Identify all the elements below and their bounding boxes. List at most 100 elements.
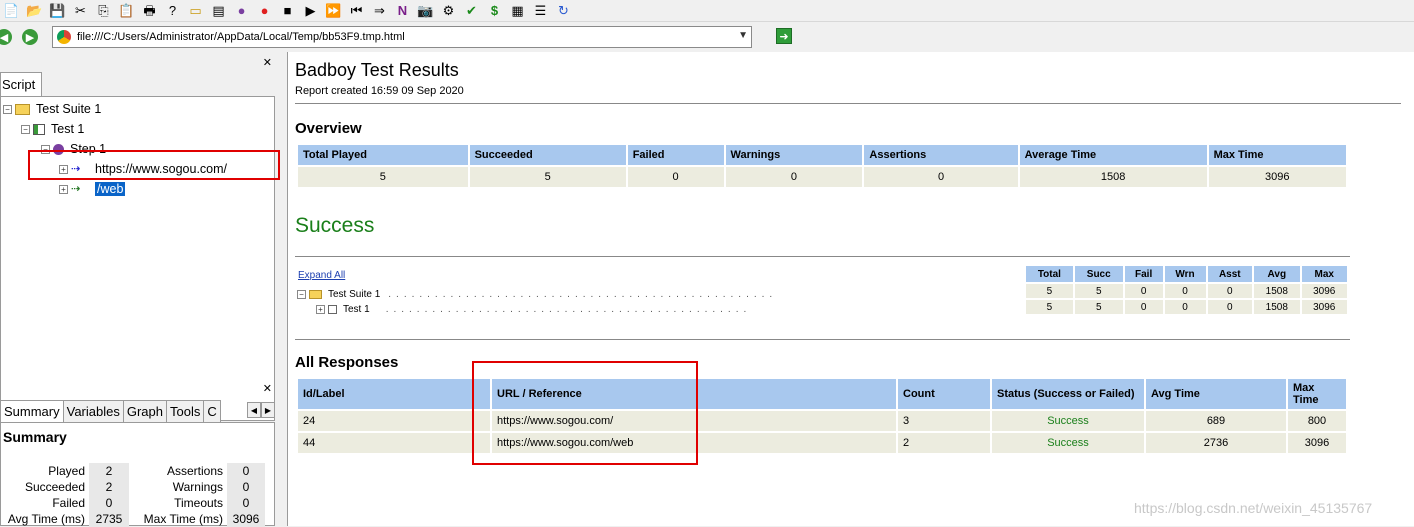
add-step-icon[interactable]: ●: [232, 1, 251, 20]
print-icon[interactable]: 🖶: [140, 1, 159, 20]
chevron-right-icon[interactable]: ▶: [261, 402, 275, 418]
close-icon[interactable]: ✕: [263, 56, 272, 69]
url-input[interactable]: file:///C:/Users/Administrator/AppData/L…: [52, 26, 752, 48]
table-cell: 3: [898, 411, 990, 431]
success-heading: Success: [295, 214, 375, 237]
test-row[interactable]: + Test 1 ...............................…: [316, 304, 751, 315]
play-icon[interactable]: ▶: [301, 1, 320, 20]
cut-icon[interactable]: ✂: [71, 1, 90, 20]
chevron-down-icon[interactable]: ▼: [738, 30, 748, 41]
table-cell: 1508: [1254, 284, 1300, 298]
table-cell: 1508: [1019, 167, 1207, 187]
paste-icon[interactable]: 📋: [117, 1, 136, 20]
step-back-icon[interactable]: ⏮: [347, 1, 366, 20]
suite-label: Test Suite 1: [328, 289, 381, 300]
column-header: Max Time: [1208, 145, 1346, 165]
variable-icon[interactable]: $: [485, 1, 504, 20]
add-folder-icon[interactable]: ▭: [186, 1, 205, 20]
url-text: file:///C:/Users/Administrator/AppData/L…: [77, 31, 405, 43]
expand-icon[interactable]: +: [59, 184, 68, 194]
table-icon[interactable]: ▦: [508, 1, 527, 20]
tab-variables[interactable]: Variables: [62, 400, 124, 422]
table-cell: 0: [627, 167, 724, 187]
suite-row[interactable]: − Test Suite 1 .........................…: [297, 289, 777, 300]
tree-node-label: /web: [95, 182, 126, 196]
new-icon[interactable]: 📄: [2, 1, 21, 20]
column-header: Average Time: [1019, 145, 1207, 165]
column-header: Total: [1026, 266, 1073, 282]
open-icon[interactable]: 📂: [25, 1, 44, 20]
assertion-icon[interactable]: ✔: [462, 1, 481, 20]
summary-value: 2: [89, 479, 129, 495]
table-cell: 2736: [1146, 433, 1286, 453]
report-title: Badboy Test Results: [295, 60, 459, 80]
column-header: Wrn: [1164, 266, 1206, 282]
summary-label: Avg Time (ms): [7, 512, 85, 526]
tree-node-test[interactable]: − Test 1: [21, 120, 84, 138]
step-forward-icon[interactable]: ⇒: [370, 1, 389, 20]
table-cell: 5: [1026, 284, 1073, 298]
table-cell: 5: [1074, 284, 1123, 298]
navigate-icon[interactable]: N: [393, 1, 412, 20]
bottom-tabs: Summary Variables Graph Tools C ◀ ▶: [0, 400, 275, 422]
table-cell: 5: [1074, 300, 1123, 314]
forward-icon[interactable]: ▶: [22, 29, 38, 45]
tab-tools[interactable]: Tools: [166, 400, 205, 422]
summary-panel-header: ✕: [0, 382, 282, 398]
save-icon[interactable]: 💾: [48, 1, 67, 20]
back-icon[interactable]: ◀: [0, 29, 12, 45]
collapse-icon[interactable]: −: [297, 290, 306, 299]
report-icon[interactable]: ☰: [531, 1, 550, 20]
add-item-icon[interactable]: ▤: [209, 1, 228, 20]
column-header: Avg: [1254, 266, 1300, 282]
summary-value: 0: [227, 479, 265, 495]
summary-label: Max Time (ms): [143, 512, 223, 526]
request-icon: ⇢: [71, 183, 81, 195]
dot-leader: ........................................…: [385, 304, 752, 315]
responses-table: Id/Label URL / Reference Count Status (S…: [296, 377, 1348, 455]
tab-more[interactable]: C: [203, 400, 221, 422]
stats-table: Total Succ Fail Wrn Asst Avg Max 5 5 0 0…: [1024, 264, 1349, 316]
column-header: Max: [1301, 266, 1347, 282]
table-cell: 44: [298, 433, 490, 453]
summary-value: 0: [89, 495, 129, 511]
chevron-left-icon[interactable]: ◀: [247, 402, 261, 418]
summary-label: Timeouts: [174, 496, 223, 510]
table-cell: 2: [898, 433, 990, 453]
folder-icon: [15, 103, 30, 115]
stop-icon[interactable]: ■: [278, 1, 297, 20]
go-icon[interactable]: ➜: [776, 28, 792, 44]
tab-script[interactable]: Script: [0, 72, 42, 96]
report-created: Report created 16:59 09 Sep 2020: [295, 85, 464, 97]
expand-all-link[interactable]: Expand All: [298, 270, 345, 281]
table-cell: 0: [1124, 284, 1163, 298]
tree-node-label: Test Suite 1: [36, 102, 102, 116]
refresh-icon[interactable]: ↻: [554, 1, 573, 20]
record-icon[interactable]: ●: [255, 1, 274, 20]
play-all-icon[interactable]: ⏩: [324, 1, 343, 20]
table-row: 5 5 0 0 0 1508 3096: [1026, 300, 1347, 314]
debug-icon[interactable]: ⚙: [439, 1, 458, 20]
collapse-icon[interactable]: −: [21, 124, 30, 134]
help-icon[interactable]: ?: [163, 1, 182, 20]
divider: [295, 256, 1350, 257]
expand-icon[interactable]: +: [316, 305, 325, 314]
column-header: Asst: [1207, 266, 1253, 282]
table-cell: 3096: [1288, 433, 1346, 453]
table-row: 44 https://www.sogou.com/web 2 Success 2…: [298, 433, 1346, 453]
table-cell: 0: [1164, 284, 1206, 298]
divider: [295, 103, 1401, 104]
tab-graph[interactable]: Graph: [122, 400, 167, 422]
column-header: Succeeded: [469, 145, 626, 165]
copy-icon[interactable]: ⎘: [94, 1, 113, 20]
tab-summary[interactable]: Summary: [0, 400, 64, 422]
tree-node-label: Test 1: [51, 122, 85, 136]
summary-row: Succeeded 2 Warnings 0: [1, 479, 267, 495]
tree-node-request-2[interactable]: + ⇢ /web: [59, 180, 126, 198]
table-cell: 800: [1288, 411, 1346, 431]
close-icon[interactable]: ✕: [263, 382, 272, 395]
test-icon: [33, 123, 45, 135]
screenshot-icon[interactable]: 📷: [416, 1, 435, 20]
collapse-icon[interactable]: −: [3, 104, 12, 114]
tree-node-suite[interactable]: − Test Suite 1: [3, 100, 101, 118]
